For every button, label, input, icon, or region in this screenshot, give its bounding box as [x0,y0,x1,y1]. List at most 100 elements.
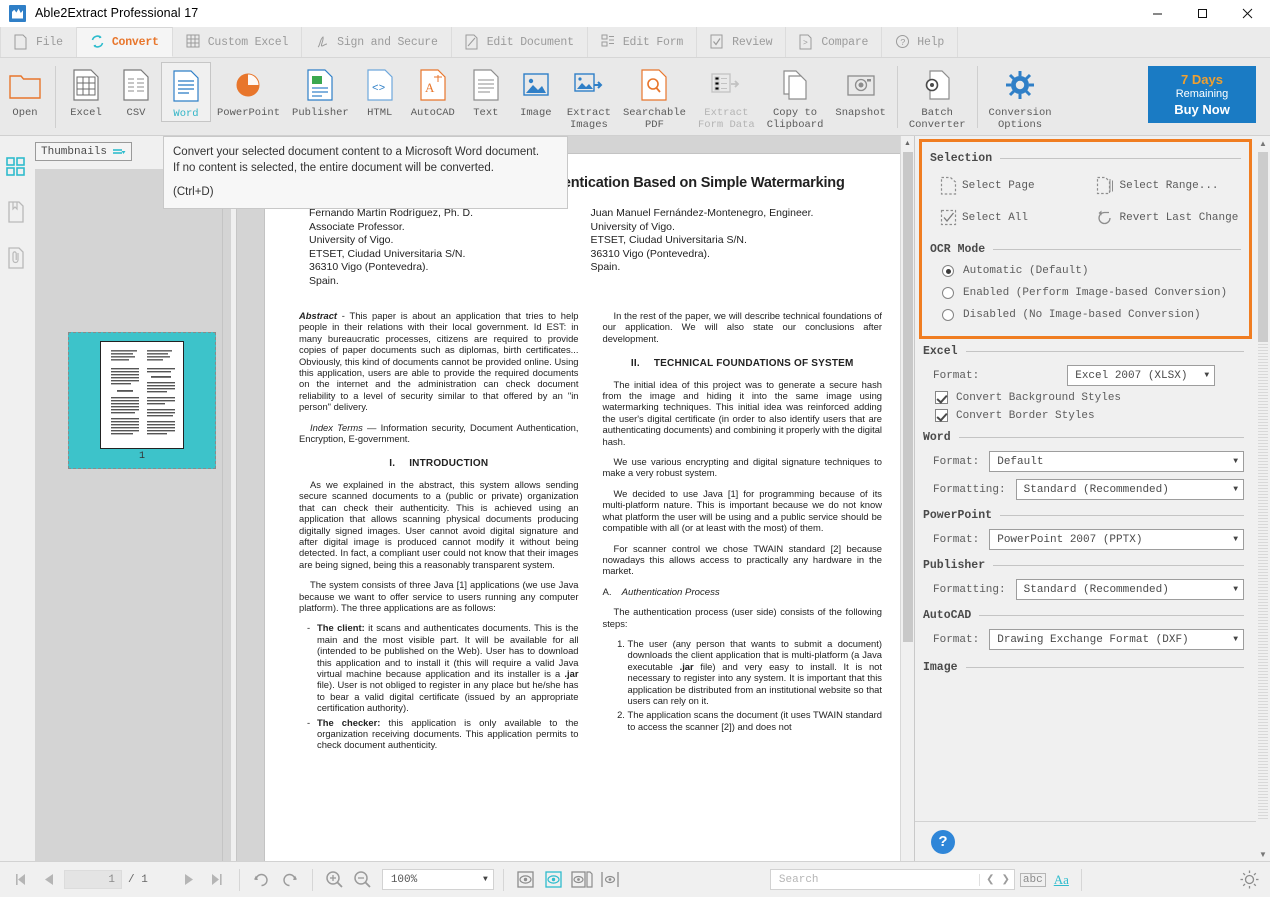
scroll-up-icon[interactable]: ▲ [1256,136,1270,150]
tab-custom-excel[interactable]: Custom Excel [173,27,302,57]
ribbon-button-searchable-pdf[interactable]: Searchable PDF [617,62,692,131]
ribbon-button-text[interactable]: Text [461,62,511,120]
radio-automatic[interactable] [942,265,954,277]
excel-border-styles-row[interactable]: Convert Border Styles [923,404,1244,422]
zoom-in-button[interactable] [322,867,348,893]
ocr-option-automatic[interactable]: Automatic (Default) [930,260,1241,282]
view-mode-fit-button[interactable] [597,867,623,893]
scroll-down-icon[interactable]: ▼ [1256,847,1270,861]
tab-help[interactable]: ? Help [882,27,958,57]
view-mode-facing-button[interactable] [569,867,595,893]
view-mode-continuous-button[interactable] [541,867,567,893]
help-icon[interactable]: ? [931,830,955,854]
ribbon-button-word-label: Word [173,109,198,121]
checkbox-convert-border-styles[interactable] [935,409,948,422]
panel-scroll-thumb[interactable] [1258,152,1268,342]
ribbon-button-copy-to-clipboard[interactable]: Copy to Clipboard [761,62,830,131]
ribbon-button-extract-images[interactable]: Extract Images [561,62,617,131]
first-page-button[interactable] [8,867,34,893]
intro-paragraph-1: As we explained in the abstract, this sy… [299,479,579,570]
panel-scrollbar[interactable]: ▲ ▼ [1256,136,1270,861]
chevron-down-icon: ▼ [1233,585,1238,594]
word-format-select[interactable]: Default ▼ [989,451,1244,472]
match-case-button[interactable]: Aa [1051,872,1072,888]
viewer-scrollbar[interactable]: ▲ [900,136,914,861]
tab-file[interactable]: File [0,27,77,57]
select-all-button[interactable]: Select All [930,202,1086,234]
select-page-button[interactable]: Select Page [930,169,1086,202]
autocad-format-select[interactable]: Drawing Exchange Format (DXF) ▼ [989,629,1244,650]
maximize-button[interactable] [1180,0,1225,27]
viewer-scroll-thumb[interactable] [903,152,913,642]
tab-edit-form-label: Edit Form [623,36,683,49]
tab-compare[interactable]: > Compare [786,27,882,57]
extract-form-data-icon [710,64,742,106]
scroll-up-icon[interactable]: ▲ [901,136,914,150]
ribbon-button-extract-form-data[interactable]: Extract Form Data [692,62,761,131]
tab-edit-form[interactable]: Edit Form [588,27,697,57]
rotate-clockwise-button[interactable] [249,867,275,893]
word-formatting-select[interactable]: Standard (Recommended) ▼ [1016,479,1244,500]
zoom-level-select[interactable]: 100% ▼ [382,869,494,890]
excel-background-styles-row[interactable]: Convert Background Styles [923,386,1244,404]
tab-convert[interactable]: Convert [77,27,173,57]
close-button[interactable] [1225,0,1270,27]
ribbon-button-excel[interactable]: Excel [61,62,111,120]
ribbon-button-image[interactable]: Image [511,62,561,120]
publisher-formatting-row: Formatting: Standard (Recommended) ▼ [923,579,1244,600]
ocr-option-disabled[interactable]: Disabled (No Image-based Conversion) [930,304,1241,326]
ribbon-button-powerpoint[interactable]: PowerPoint [211,62,286,120]
ribbon-button-word[interactable]: Word [161,62,211,122]
spellcheck-button[interactable]: abc [1017,873,1049,887]
search-previous-icon[interactable]: ❮ [986,874,994,886]
zoom-out-button[interactable] [350,867,376,893]
search-navigation: ❮ ❯ [979,874,1010,886]
radio-enabled[interactable] [942,287,954,299]
ribbon-button-batch-converter[interactable]: Batch Converter [903,62,972,131]
search-next-icon[interactable]: ❯ [1002,874,1010,886]
select-range-button[interactable]: Select Range... [1086,169,1242,202]
publisher-formatting-select[interactable]: Standard (Recommended) ▼ [1016,579,1244,600]
tab-edit-document[interactable]: Edit Document [452,27,588,57]
tab-sign-and-secure[interactable]: Sign and Secure [302,27,452,57]
rail-item-attachments[interactable] [0,235,31,281]
brightness-button[interactable] [1236,867,1262,893]
ribbon-button-open[interactable]: Open [0,62,50,120]
last-page-button[interactable] [204,867,230,893]
tab-review[interactable]: Review [697,27,786,57]
svg-text:>: > [803,39,808,48]
search-input[interactable]: Search ❮ ❯ [770,869,1015,890]
buy-now-button[interactable]: 7 Days Remaining Buy Now [1148,66,1256,123]
next-page-button[interactable] [176,867,202,893]
radio-disabled[interactable] [942,309,954,321]
status-separator-1 [239,869,240,891]
ribbon-button-html[interactable]: <> HTML [355,62,405,120]
page-number-input[interactable]: 1 [64,870,122,889]
checkbox-convert-background-styles[interactable] [935,391,948,404]
image-icon [521,64,551,106]
thumbnails-scrollbar[interactable] [222,169,231,861]
rail-item-bookmarks[interactable] [0,189,31,235]
thumbnails-selector[interactable]: Thumbnails [35,142,132,161]
ribbon-button-autocad[interactable]: A AutoCAD [405,62,461,120]
selection-ocr-highlight-box: Selection Select Page Select Range... [919,139,1252,339]
tab-convert-label: Convert [112,36,159,49]
minimize-button[interactable] [1135,0,1180,27]
excel-format-select[interactable]: Excel 2007 (XLSX) ▼ [1067,365,1215,386]
publisher-section: Publisher Formatting: Standard (Recommen… [915,559,1256,600]
ribbon-button-conversion-options[interactable]: Conversion Options [983,62,1058,131]
previous-page-button[interactable] [36,867,62,893]
powerpoint-format-select[interactable]: PowerPoint 2007 (PPTX) ▼ [989,529,1244,550]
extract-images-icon [573,64,605,106]
ribbon-button-csv[interactable]: CSV [111,62,161,120]
rotate-counterclockwise-button[interactable] [277,867,303,893]
rail-item-thumbnails[interactable] [0,143,31,189]
ocr-option-enabled[interactable]: Enabled (Perform Image-based Conversion) [930,282,1241,304]
thumbnail-item-1[interactable]: 1 [68,332,216,469]
thumbnails-list[interactable]: 1 [35,169,231,861]
view-mode-single-button[interactable] [513,867,539,893]
ribbon-button-publisher[interactable]: Publisher [286,62,355,120]
right-paragraph-6: The authentication process (user side) c… [603,606,883,629]
ribbon-button-snapshot[interactable]: Snapshot [829,62,891,120]
revert-last-change-button[interactable]: Revert Last Change [1086,202,1242,234]
